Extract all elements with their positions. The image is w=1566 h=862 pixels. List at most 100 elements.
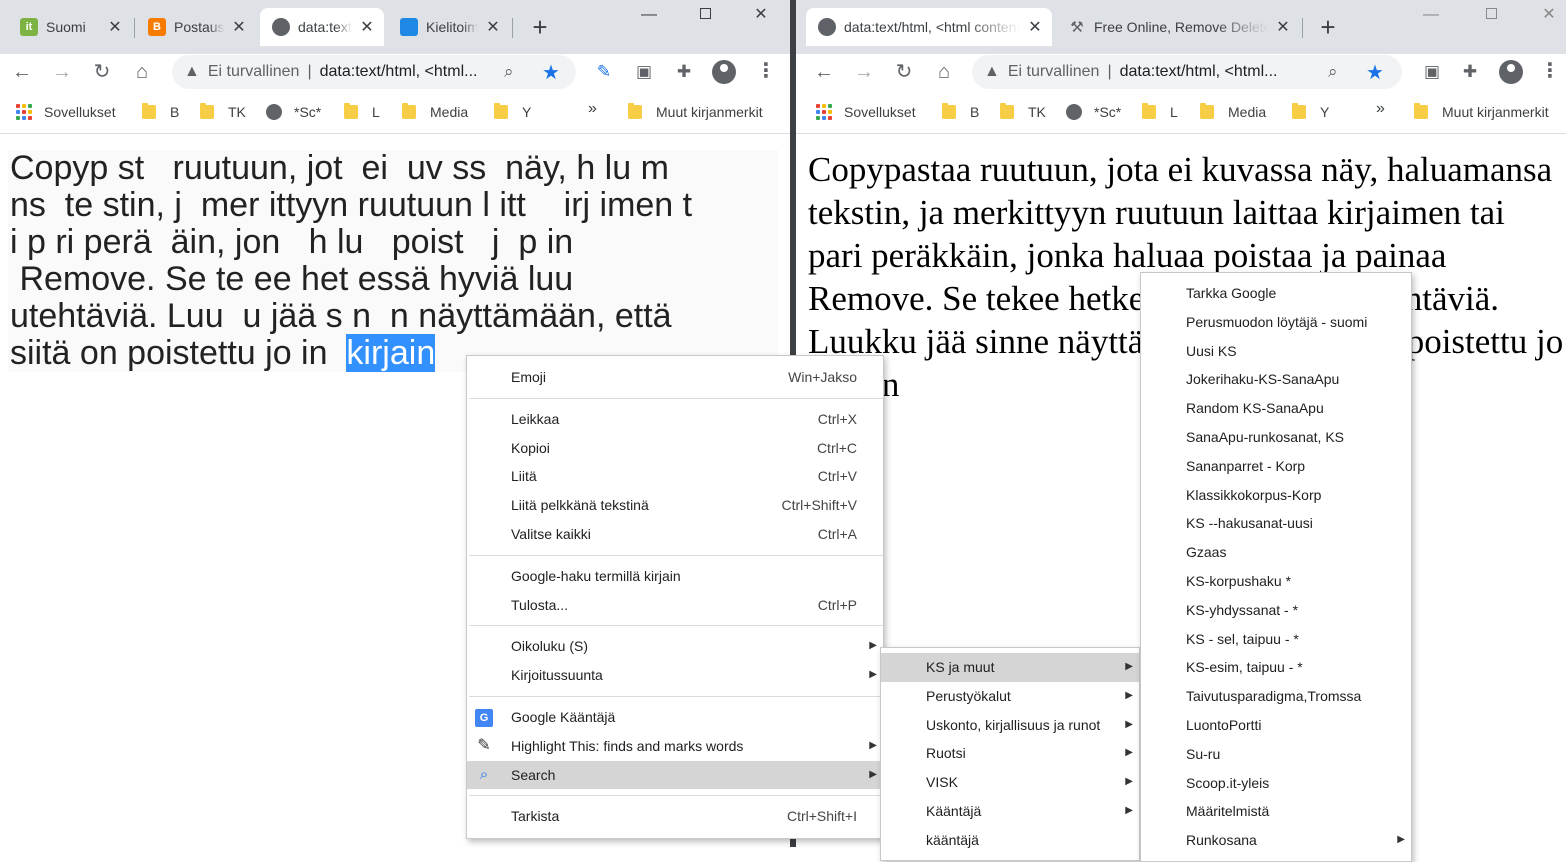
close-icon[interactable]: ✕: [1026, 17, 1044, 37]
submenu-item-ruotsi[interactable]: Ruotsi ▶: [881, 739, 1139, 768]
bookmark-star-icon[interactable]: ★: [1366, 60, 1384, 85]
ks-item-korpushaku[interactable]: KS-korpushaku *: [1141, 567, 1411, 596]
bookmark-folder-y[interactable]: Y: [494, 102, 531, 122]
bookmark-apps[interactable]: Sovellukset: [16, 102, 116, 122]
bookmarks-overflow-chevron[interactable]: »: [588, 100, 597, 118]
tab-kielitoimisto[interactable]: Kielitoimisto ✕: [388, 8, 510, 46]
forward-arrow-icon[interactable]: →: [850, 58, 878, 86]
url-text[interactable]: data:text/html, <html: [1120, 63, 1265, 81]
other-bookmarks[interactable]: Muut kirjanmerkit: [1414, 102, 1549, 122]
ks-item-sananparret[interactable]: Sananparret - Korp: [1141, 452, 1411, 481]
bookmark-folder-l[interactable]: L: [344, 102, 380, 122]
menu-item-copy[interactable]: Kopioi Ctrl+C: [467, 434, 883, 463]
omnibox[interactable]: ▲ Ei turvallinen | data:text/html, <html…: [172, 55, 576, 89]
omnibox[interactable]: ▲ Ei turvallinen | data:text/html, <html…: [972, 55, 1402, 89]
profile-avatar-icon[interactable]: [1499, 60, 1523, 84]
ks-item-gzaas[interactable]: Gzaas: [1141, 538, 1411, 567]
submenu-item-perustyokalut[interactable]: Perustyökalut ▶: [881, 682, 1139, 711]
menu-item-spellcheck[interactable]: Oikoluku (S) ▶: [467, 632, 883, 661]
zoom-icon[interactable]: ⌕: [1328, 62, 1338, 82]
menu-item-emoji[interactable]: Emoji Win+Jakso: [467, 363, 883, 392]
menu-item-inspect[interactable]: Tarkista Ctrl+Shift+I: [467, 802, 883, 831]
ks-item-luontoportti[interactable]: LuontoPortti: [1141, 711, 1411, 740]
new-tab-icon[interactable]: +: [526, 13, 554, 41]
submenu-item-uskonto[interactable]: Uskonto, kirjallisuus ja runot ▶: [881, 711, 1139, 740]
submenu-item-ks-ja-muut[interactable]: KS ja muut ▶: [881, 653, 1139, 682]
puzzle-extensions-icon[interactable]: ✚: [1458, 60, 1482, 84]
zoom-icon[interactable]: ⌕: [504, 62, 514, 82]
other-bookmarks[interactable]: Muut kirjanmerkit: [628, 102, 763, 122]
reload-icon[interactable]: ↻: [890, 58, 918, 86]
tab-free-online-remove[interactable]: ⚒ Free Online, Remove Delete ✕: [1056, 8, 1300, 46]
ks-item-perusmuodon-loytaja[interactable]: Perusmuodon löytäjä - suomi: [1141, 308, 1411, 337]
ks-item-uusi-ks[interactable]: Uusi KS: [1141, 337, 1411, 366]
selected-text[interactable]: kirjain: [346, 334, 436, 372]
reload-icon[interactable]: ↻: [88, 58, 116, 86]
editable-content[interactable]: Copyp st ruutuun, jot ei uv ss näy, h lu…: [8, 150, 778, 372]
bookmark-folder-l[interactable]: L: [1142, 102, 1178, 122]
ks-item-yhdyssanat[interactable]: KS-yhdyssanat - *: [1141, 596, 1411, 625]
submenu-item-kaantaja[interactable]: Kääntäjä ▶: [881, 797, 1139, 826]
bookmark-star-icon[interactable]: ★: [542, 60, 560, 85]
highlighter-extension-icon[interactable]: ✎: [592, 60, 616, 84]
back-arrow-icon[interactable]: ←: [810, 58, 838, 86]
extension-icon[interactable]: ▣: [632, 60, 656, 84]
security-label[interactable]: Ei turvallinen: [208, 63, 300, 81]
url-text[interactable]: data:text/html, <html: [320, 63, 465, 81]
bookmark-apps[interactable]: Sovellukset: [816, 102, 916, 122]
tab-data-text[interactable]: data:text ✕: [260, 8, 384, 46]
bookmark-folder-tk[interactable]: TK: [200, 102, 246, 122]
tab-postaus[interactable]: B Postaus ✕: [136, 8, 256, 46]
ks-item-random[interactable]: Random KS-SanaApu: [1141, 394, 1411, 423]
ks-item-su-ru[interactable]: Su-ru: [1141, 740, 1411, 769]
window-close-icon[interactable]: ✕: [1526, 0, 1566, 30]
bookmark-folder-b[interactable]: B: [142, 102, 179, 122]
new-tab-icon[interactable]: +: [1314, 13, 1342, 41]
ks-item-esim-taipuu[interactable]: KS-esim, taipuu - *: [1141, 653, 1411, 682]
menu-item-paste-plain[interactable]: Liitä pelkkänä tekstinä Ctrl+Shift+V: [467, 491, 883, 520]
ks-item-hakusanat-uusi[interactable]: KS --hakusanat-uusi: [1141, 509, 1411, 538]
bookmarks-overflow-chevron[interactable]: »: [1376, 100, 1385, 118]
menu-item-google-translate[interactable]: G Google Kääntäjä: [467, 703, 883, 732]
bookmark-sc[interactable]: *Sc*: [266, 102, 321, 122]
menu-item-select-all[interactable]: Valitse kaikki Ctrl+A: [467, 520, 883, 549]
ks-item-maaritelmista[interactable]: Määritelmistä: [1141, 797, 1411, 826]
ks-item-taivutusparadigma[interactable]: Taivutusparadigma,Tromssa: [1141, 682, 1411, 711]
bookmark-folder-tk[interactable]: TK: [1000, 102, 1046, 122]
ks-item-tarkka-google[interactable]: Tarkka Google: [1141, 279, 1411, 308]
maximize-icon[interactable]: [1468, 0, 1514, 30]
bookmark-folder-b[interactable]: B: [942, 102, 979, 122]
menu-kebab-icon[interactable]: ⋮: [1540, 58, 1560, 84]
bookmark-folder-media[interactable]: Media: [1200, 102, 1266, 122]
maximize-icon[interactable]: [682, 0, 728, 30]
back-arrow-icon[interactable]: ←: [8, 58, 36, 86]
submenu-item-visk[interactable]: VISK ▶: [881, 768, 1139, 797]
forward-arrow-icon[interactable]: →: [48, 58, 76, 86]
home-icon[interactable]: ⌂: [930, 58, 958, 86]
minimize-icon[interactable]: —: [626, 0, 672, 30]
close-icon[interactable]: ✕: [484, 17, 502, 37]
ks-item-sanaapu-runkosanat[interactable]: SanaApu-runkosanat, KS: [1141, 423, 1411, 452]
profile-avatar-icon[interactable]: [712, 60, 736, 84]
menu-item-print[interactable]: Tulosta... Ctrl+P: [467, 591, 883, 620]
menu-kebab-icon[interactable]: ⋮: [756, 58, 776, 84]
bookmark-folder-y[interactable]: Y: [1292, 102, 1329, 122]
close-icon[interactable]: ✕: [106, 17, 124, 37]
menu-item-highlight-this[interactable]: ✎ Highlight This: finds and marks words ▶: [467, 732, 883, 761]
menu-item-writing-direction[interactable]: Kirjoitussuunta ▶: [467, 661, 883, 690]
ks-item-jokerihaku[interactable]: Jokerihaku-KS-SanaApu: [1141, 365, 1411, 394]
tab-data-text-html[interactable]: data:text/html, <html contenteditable> ✕: [806, 8, 1052, 46]
menu-item-google-search[interactable]: Google-haku termillä kirjain: [467, 562, 883, 591]
home-icon[interactable]: ⌂: [128, 58, 156, 86]
puzzle-extensions-icon[interactable]: ✚: [672, 60, 696, 84]
close-icon[interactable]: ✕: [1274, 17, 1292, 37]
menu-item-paste[interactable]: Liitä Ctrl+V: [467, 462, 883, 491]
bookmark-folder-media[interactable]: Media: [402, 102, 468, 122]
bookmark-sc[interactable]: *Sc*: [1066, 102, 1121, 122]
ks-item-sel-taipuu[interactable]: KS - sel, taipuu - *: [1141, 625, 1411, 654]
close-icon[interactable]: ✕: [230, 17, 248, 37]
extension-icon[interactable]: ▣: [1420, 60, 1444, 84]
menu-item-search[interactable]: ⌕ Search ▶: [467, 760, 883, 790]
close-icon[interactable]: ✕: [358, 17, 376, 37]
ks-item-klassikkokorpus[interactable]: Klassikkokorpus-Korp: [1141, 481, 1411, 510]
